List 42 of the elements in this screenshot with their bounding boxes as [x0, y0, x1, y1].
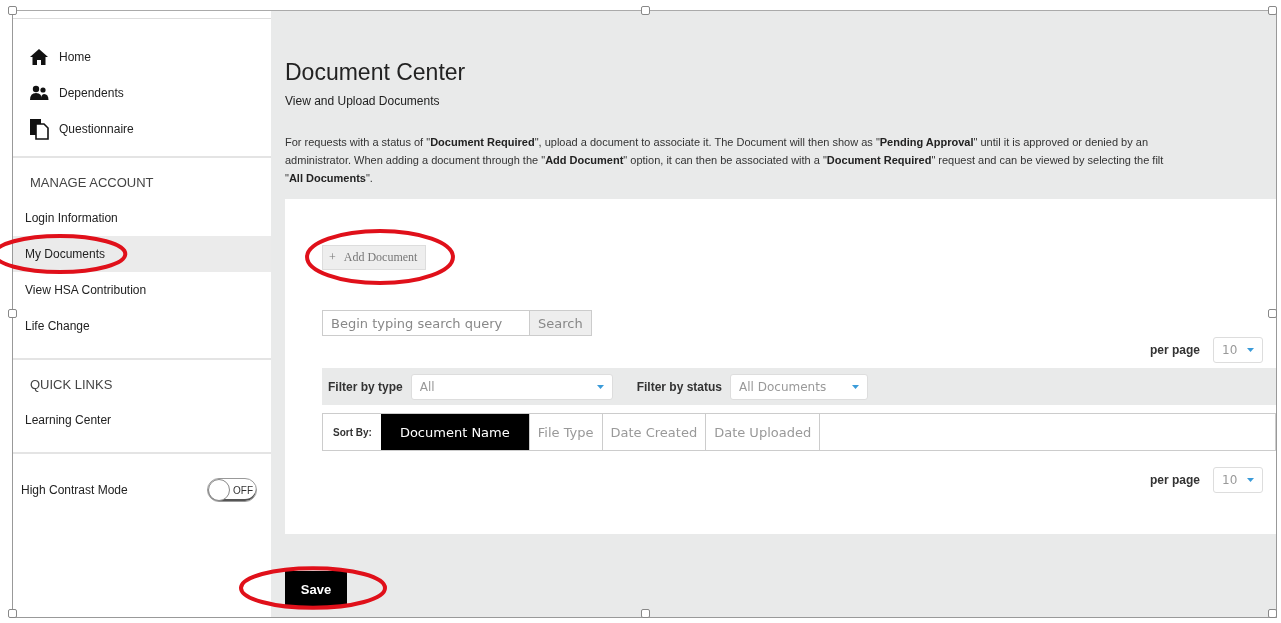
toggle-label: High Contrast Mode — [21, 483, 128, 497]
intro-paragraph: For requests with a status of "Document Required", upload a document to associate it. The Document will then show as "Pending Approval" until it is approved or denied by an administrator. When adding a document through the "Add Document" option, it can then be associated with a "Document Required" request and can be viewed by selecting the filt "All Documents". — [285, 135, 1164, 186]
resize-handle[interactable] — [641, 609, 650, 618]
sort-label: Sort By: — [332, 425, 373, 440]
caret-icon — [1247, 478, 1254, 482]
nav-label: Dependents — [59, 85, 124, 100]
document-icon — [29, 117, 49, 140]
resize-handle[interactable] — [1268, 609, 1277, 618]
nav-label: Questionnaire — [59, 121, 134, 136]
toggle-switch[interactable]: OFF — [207, 478, 257, 502]
page-subtitle: View and Upload Documents — [285, 94, 440, 108]
sort-tab[interactable]: Document Name — [380, 414, 530, 450]
resize-handle[interactable] — [8, 609, 17, 618]
people-icon — [29, 84, 49, 101]
section-heading: QUICK LINKS — [29, 376, 114, 394]
per-page-label: per page — [1150, 343, 1200, 357]
sidebar-link[interactable]: Life Change — [13, 308, 271, 344]
filter-label: Filter by type — [328, 379, 403, 394]
sidebar-link[interactable]: Learning Center — [13, 402, 271, 438]
nav-item[interactable]: Questionnaire — [29, 118, 271, 139]
save-button[interactable]: Save — [285, 571, 347, 607]
per-page-label: per page — [1150, 473, 1200, 487]
sidebar-link[interactable]: View HSA Contribution — [13, 272, 271, 308]
add-document-button[interactable]: + Add Document — [322, 245, 427, 270]
nav-item[interactable]: Dependents — [29, 82, 271, 103]
search-field[interactable]: Begin typing search query — [322, 310, 530, 336]
home-icon — [29, 47, 49, 66]
resize-handle[interactable] — [1268, 6, 1277, 15]
nav-item[interactable]: Home — [29, 46, 271, 67]
resize-handle[interactable] — [641, 6, 650, 15]
sidebar-link[interactable]: Login Information — [13, 200, 271, 236]
resize-handle[interactable] — [8, 309, 17, 318]
caret-icon — [852, 384, 860, 389]
filter-label: Filter by status — [636, 379, 723, 394]
sidebar-link[interactable]: My Documents — [13, 236, 271, 272]
nav-label: Home — [59, 49, 91, 64]
resize-handle[interactable] — [8, 6, 17, 15]
page-title: Document Center — [285, 58, 466, 87]
section-heading: MANAGE ACCOUNT — [29, 174, 155, 192]
caret-icon — [1247, 348, 1254, 352]
caret-icon — [596, 384, 604, 389]
resize-handle[interactable] — [1268, 309, 1277, 318]
